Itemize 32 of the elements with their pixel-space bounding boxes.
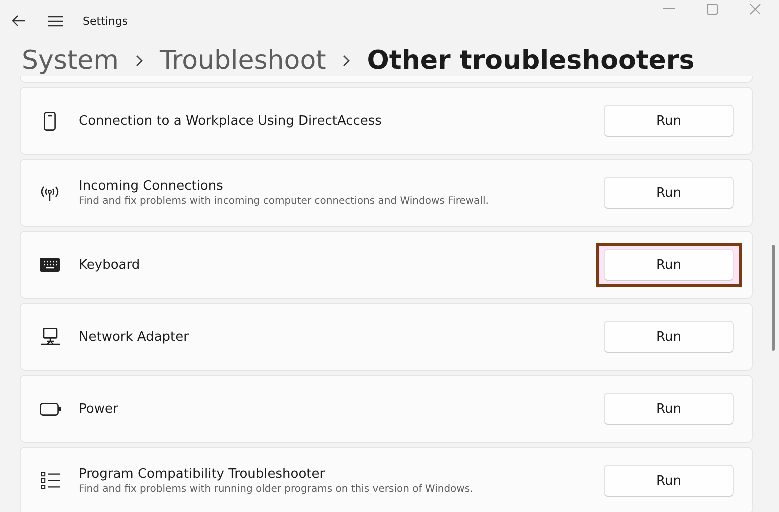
- breadcrumb-item: Other troubleshooters: [367, 46, 695, 76]
- phone-icon: [44, 112, 56, 130]
- troubleshooter-title: Keyboard: [79, 258, 142, 272]
- minimize-icon[interactable]: [663, 8, 675, 10]
- breadcrumb-item[interactable]: Troubleshoot: [160, 46, 326, 76]
- run-button[interactable]: Run: [604, 105, 734, 137]
- close-icon[interactable]: [750, 4, 761, 14]
- maximize-icon[interactable]: [707, 4, 718, 14]
- troubleshooter-title: Incoming Connections: [79, 179, 224, 194]
- run-button[interactable]: Run: [604, 321, 734, 353]
- chevron-icon: [136, 55, 143, 67]
- troubleshooter-description: Find and fix problems with running older programs on this version of Windows.: [79, 484, 474, 495]
- troubleshooter-title: Program Compatibility Troubleshooter: [79, 467, 326, 482]
- battery-icon: [40, 402, 60, 416]
- troubleshooter-title: Connection to a Workplace Using DirectAccess: [79, 114, 383, 128]
- run-button[interactable]: Run: [604, 393, 734, 425]
- breadcrumb-item[interactable]: System: [22, 46, 119, 76]
- list-icon: [40, 472, 60, 490]
- run-button[interactable]: Run: [604, 177, 734, 209]
- run-button[interactable]: Run: [604, 465, 734, 497]
- keyboard-icon: [40, 258, 60, 272]
- menu-icon[interactable]: [48, 16, 63, 26]
- antenna-icon: [40, 185, 60, 201]
- troubleshooter-title: Power: [79, 402, 120, 416]
- run-button[interactable]: Run: [604, 249, 734, 281]
- computer-network-icon: [40, 328, 60, 346]
- troubleshooter-description: Find and fix problems with incoming computer connections and Windows Firewall.: [79, 196, 490, 207]
- scrollbar[interactable]: [772, 245, 775, 351]
- troubleshooter-title: Network Adapter: [79, 330, 190, 344]
- chevron-icon: [343, 55, 350, 67]
- back-icon[interactable]: [12, 15, 26, 27]
- window-title: Settings: [83, 14, 128, 28]
